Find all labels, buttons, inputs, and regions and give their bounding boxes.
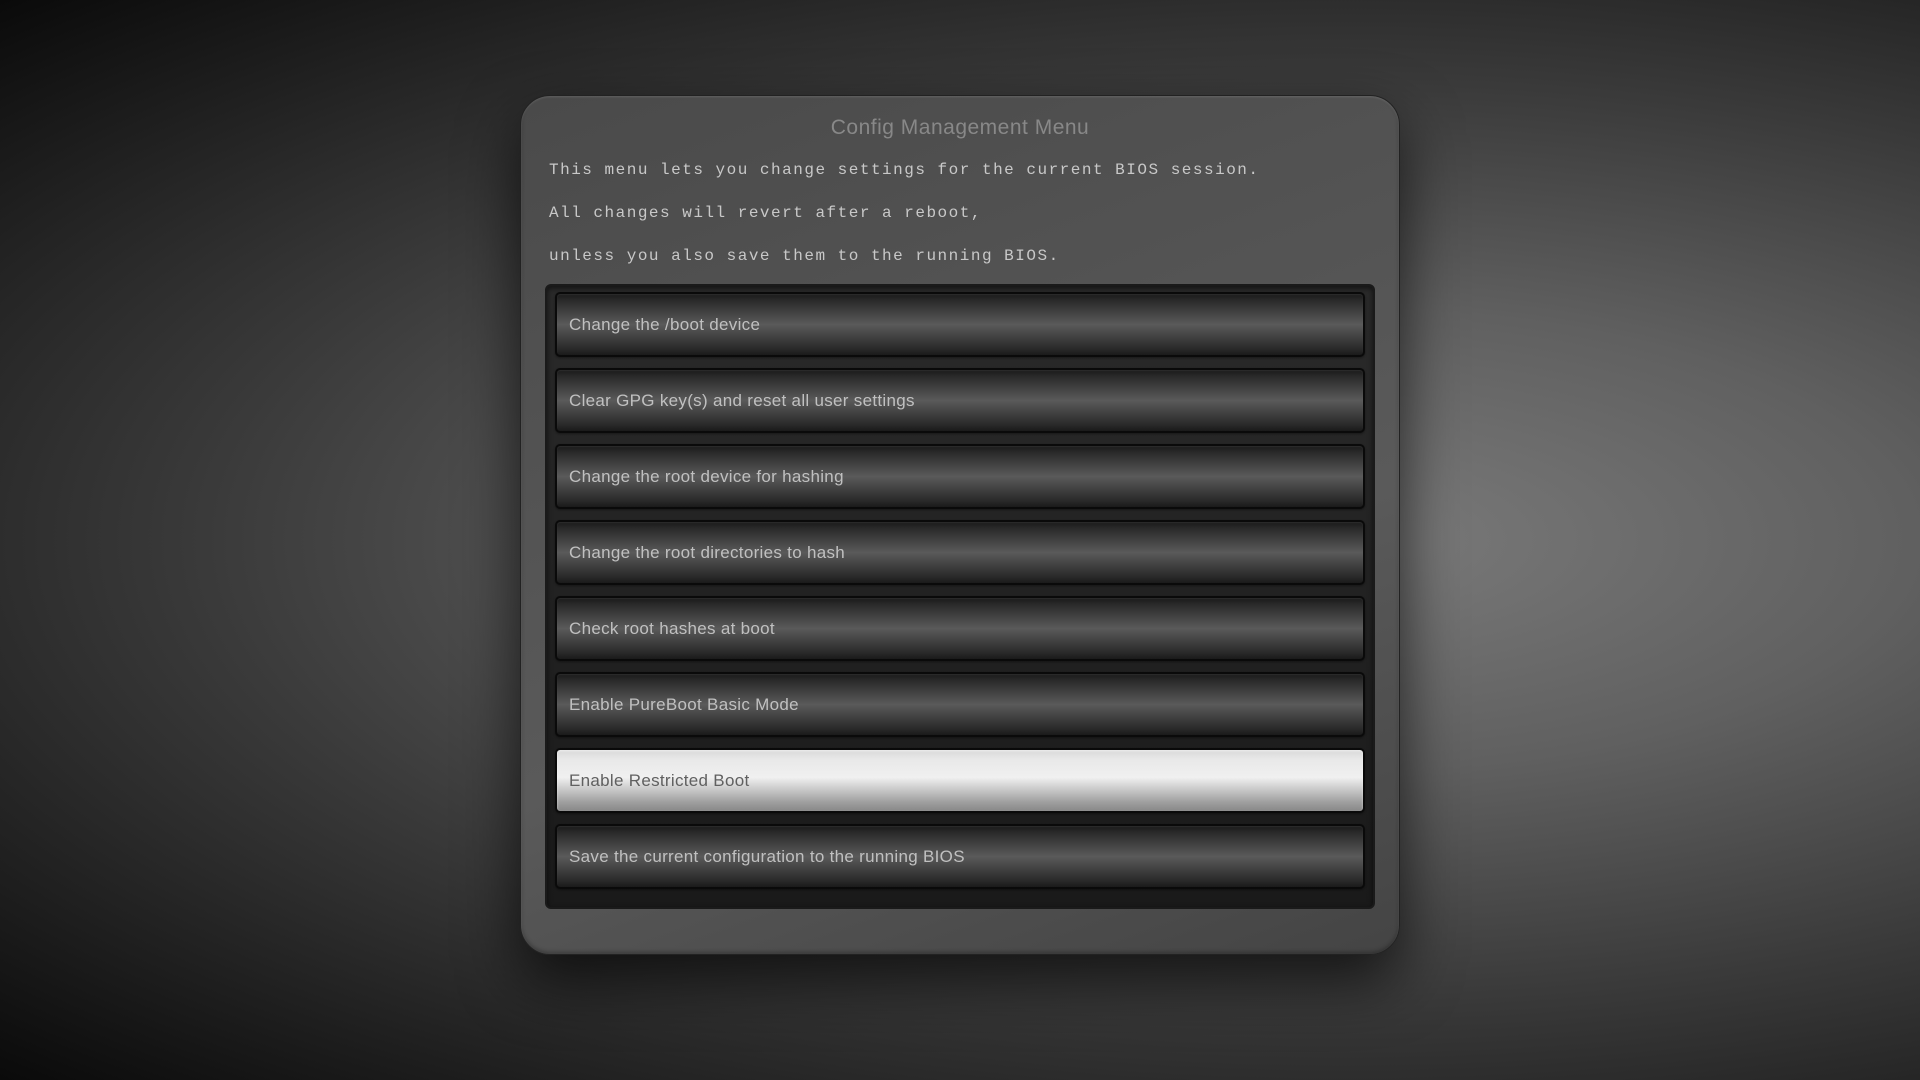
menu-item-label: Change the /boot device: [569, 315, 760, 335]
menu-item-label: Check root hashes at boot: [569, 619, 775, 639]
description-line: unless you also save them to the running…: [549, 246, 1371, 267]
menu-item-label: Enable Restricted Boot: [569, 771, 749, 791]
menu-item-enable-pureboot-basic[interactable]: Enable PureBoot Basic Mode: [555, 672, 1365, 737]
menu-item-change-root-device[interactable]: Change the root device for hashing: [555, 444, 1365, 509]
menu-item-label: Change the root directories to hash: [569, 543, 845, 563]
description-line: All changes will revert after a reboot,: [549, 203, 1371, 224]
description-line: This menu lets you change settings for t…: [549, 160, 1371, 181]
menu-item-change-root-directories[interactable]: Change the root directories to hash: [555, 520, 1365, 585]
panel-description: This menu lets you change settings for t…: [545, 160, 1375, 266]
menu-item-label: Save the current configuration to the ru…: [569, 847, 965, 867]
menu-item-label: Enable PureBoot Basic Mode: [569, 695, 799, 715]
menu-container[interactable]: Change the /boot device Clear GPG key(s)…: [545, 284, 1375, 909]
menu-item-save-config[interactable]: Save the current configuration to the ru…: [555, 824, 1365, 889]
menu-item-change-boot-device[interactable]: Change the /boot device: [555, 292, 1365, 357]
menu-item-label: Change the root device for hashing: [569, 467, 844, 487]
menu-item-check-root-hashes[interactable]: Check root hashes at boot: [555, 596, 1365, 661]
panel-title: Config Management Menu: [545, 114, 1375, 140]
config-management-panel: Config Management Menu This menu lets yo…: [520, 95, 1400, 955]
menu-item-enable-restricted-boot[interactable]: Enable Restricted Boot: [555, 748, 1365, 813]
menu-item-clear-gpg-keys[interactable]: Clear GPG key(s) and reset all user sett…: [555, 368, 1365, 433]
menu-item-label: Clear GPG key(s) and reset all user sett…: [569, 391, 915, 411]
